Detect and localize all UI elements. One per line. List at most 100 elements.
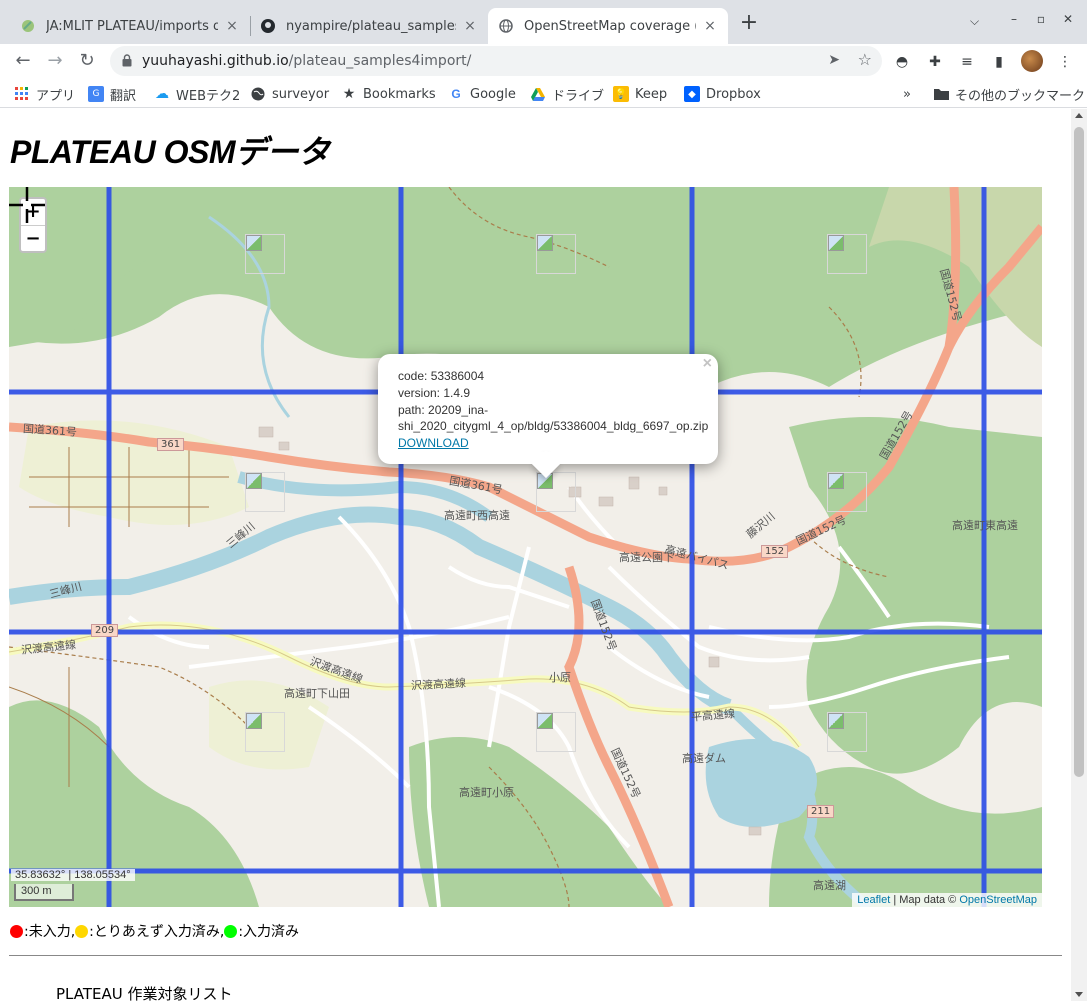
page-scrollbar[interactable] [1071,109,1087,1001]
send-icon[interactable]: ➤ [828,52,840,68]
bookmark-webtech[interactable]: ☁ WEBテク2 [154,85,240,104]
address-bar[interactable]: yuuhayashi.github.io/plateau_samples4imp… [110,46,882,76]
bookmark-dropbox[interactable]: ◆ Dropbox [684,85,761,103]
cloud-icon: ☁ [155,86,169,102]
minimize-icon[interactable]: – [1007,12,1021,26]
scroll-up-icon[interactable] [1075,113,1083,118]
tab-title: nyampire/plateau_samples4im [286,18,456,34]
page-content: PLATEAU OSMデータ 国道361号 国道361号 国道152号 国道15… [0,109,1071,1001]
list-heading: PLATEAU 作業対象リスト [56,985,233,1001]
bookmark-bookmarks[interactable]: ★ Bookmarks [341,85,436,103]
tab-title: JA:MLIT PLATEAU/imports out [46,18,218,34]
zoom-out-button[interactable]: − [21,225,45,251]
route-shield: 211 [807,805,835,818]
tab-title: OpenStreetMap coverage (am [524,18,696,34]
close-icon[interactable]: × [702,18,718,34]
page-title: PLATEAU OSMデータ [10,134,330,170]
place-label: 高遠町東高遠 [952,519,1018,532]
back-icon[interactable]: ← [10,48,36,74]
tile-image-placeholder[interactable] [536,472,576,512]
url-text: yuuhayashi.github.io/plateau_samples4imp… [142,53,472,69]
tile-image-placeholder[interactable] [827,712,867,752]
incognito-ext-icon[interactable]: ◓ [893,53,911,71]
new-tab-button[interactable]: + [737,12,761,36]
side-panel-icon[interactable]: ▮ [990,53,1008,71]
place-label: 高遠町西高遠 [444,509,510,522]
place-label: 高遠町小原 [459,786,514,799]
close-icon[interactable]: × [224,18,240,34]
github-icon [260,18,276,34]
popup-code: code: 53386004 [398,369,485,383]
legend-label: :入力済み [238,924,300,940]
bookmark-drive[interactable]: ドライブ [530,85,604,104]
bookmark-keep[interactable]: 💡 Keep [613,85,667,103]
drive-icon [530,86,546,102]
bookmark-translate[interactable]: G 翻訳 [88,85,136,104]
dropbox-icon: ◆ [684,86,700,102]
tile-image-placeholder[interactable] [827,472,867,512]
map-label: 沢渡高遠線 [410,676,467,693]
folder-icon [933,86,949,102]
route-shield: 209 [91,624,119,637]
place-label: 小原 [549,671,571,684]
extensions-puzzle-icon[interactable]: ✚ [926,53,944,71]
keep-icon: 💡 [613,86,629,102]
cursor-coordinates: 35.83632° | 138.05534° [11,869,135,881]
tab-osm-coverage[interactable]: OpenStreetMap coverage (am × [488,8,728,44]
tile-image-placeholder[interactable] [245,472,285,512]
legend-label: :未入力, [24,924,76,940]
route-shield: 152 [761,545,789,558]
reload-icon[interactable]: ↻ [74,48,100,74]
other-bookmarks-folder[interactable]: その他のブックマーク [933,85,1085,104]
globe-icon [498,18,514,34]
bookmark-surveyor[interactable]: surveyor [250,85,329,103]
osm-link[interactable]: OpenStreetMap [959,894,1037,906]
route-shield: 361 [157,438,185,451]
chevron-down-icon[interactable]: ⌵ [970,14,979,29]
close-icon[interactable]: × [462,18,478,34]
translate-icon: G [88,86,104,102]
popup-version: version: 1.4.9 [398,385,471,400]
media-queue-icon[interactable]: ≡ [958,53,976,71]
bookmarks-bar: アプリ G 翻訳 ☁ WEBテク2 surveyor ★ Bookmarks G Goo… [0,80,1087,108]
bookmark-google[interactable]: G Google [448,85,516,103]
scroll-down-icon[interactable] [1075,992,1083,997]
green-dot-icon [224,924,238,938]
tab-osm-wiki[interactable]: JA:MLIT PLATEAU/imports out × [10,8,250,44]
scrollbar-thumb[interactable] [1074,127,1084,777]
map-attribution: Leaflet | Map data © OpenStreetMap [852,893,1042,907]
bookmarks-overflow-button[interactable]: » [903,85,911,103]
google-icon: G [451,87,461,101]
bookmark-apps[interactable]: アプリ [14,85,75,104]
tab-github[interactable]: nyampire/plateau_samples4im × [250,8,488,44]
popup-path: path: 20209_ina- [398,402,489,417]
globe-icon [250,86,266,102]
popup-path-cont: shi_2020_citygml_4_op/bldg/53386004_bldg… [398,419,709,434]
tile-info-popup: × code: 53386004 version: 1.4.9 path: 20… [378,354,718,479]
leaflet-link[interactable]: Leaflet [857,894,890,906]
forward-icon[interactable]: → [42,48,68,74]
avatar[interactable] [1021,50,1043,72]
window-close-icon[interactable]: ✕ [1061,12,1075,26]
tile-image-placeholder[interactable] [536,712,576,752]
leaflet-map[interactable]: 国道361号 国道361号 国道152号 国道152号 国道152号 国道152… [9,187,1042,907]
place-label: 高遠湖 [813,879,846,892]
close-icon[interactable]: × [703,355,712,373]
apps-grid-icon [14,86,30,102]
bookmark-star-icon[interactable]: ☆ [858,50,872,69]
tab-strip: JA:MLIT PLATEAU/imports out × nyampire/p… [0,0,1087,44]
map-tiles [9,187,1042,907]
tile-image-placeholder[interactable] [827,234,867,274]
red-dot-icon [10,924,23,938]
tile-image-placeholder[interactable] [245,712,285,752]
download-link[interactable]: DOWNLOAD [398,436,469,450]
tile-image-placeholder[interactable] [245,234,285,274]
status-legend: :未入力, :とりあえず入力済み, :入力済み [10,921,299,941]
tile-image-placeholder[interactable] [536,234,576,274]
divider [9,955,1062,956]
star-icon: ★ [342,86,356,102]
menu-dots-icon[interactable]: ⋮ [1056,53,1074,71]
browser-toolbar: ← → ↻ yuuhayashi.github.io/plateau_sampl… [0,44,1087,78]
yellow-dot-icon [75,924,89,938]
maximize-icon[interactable]: ▫ [1034,12,1048,26]
